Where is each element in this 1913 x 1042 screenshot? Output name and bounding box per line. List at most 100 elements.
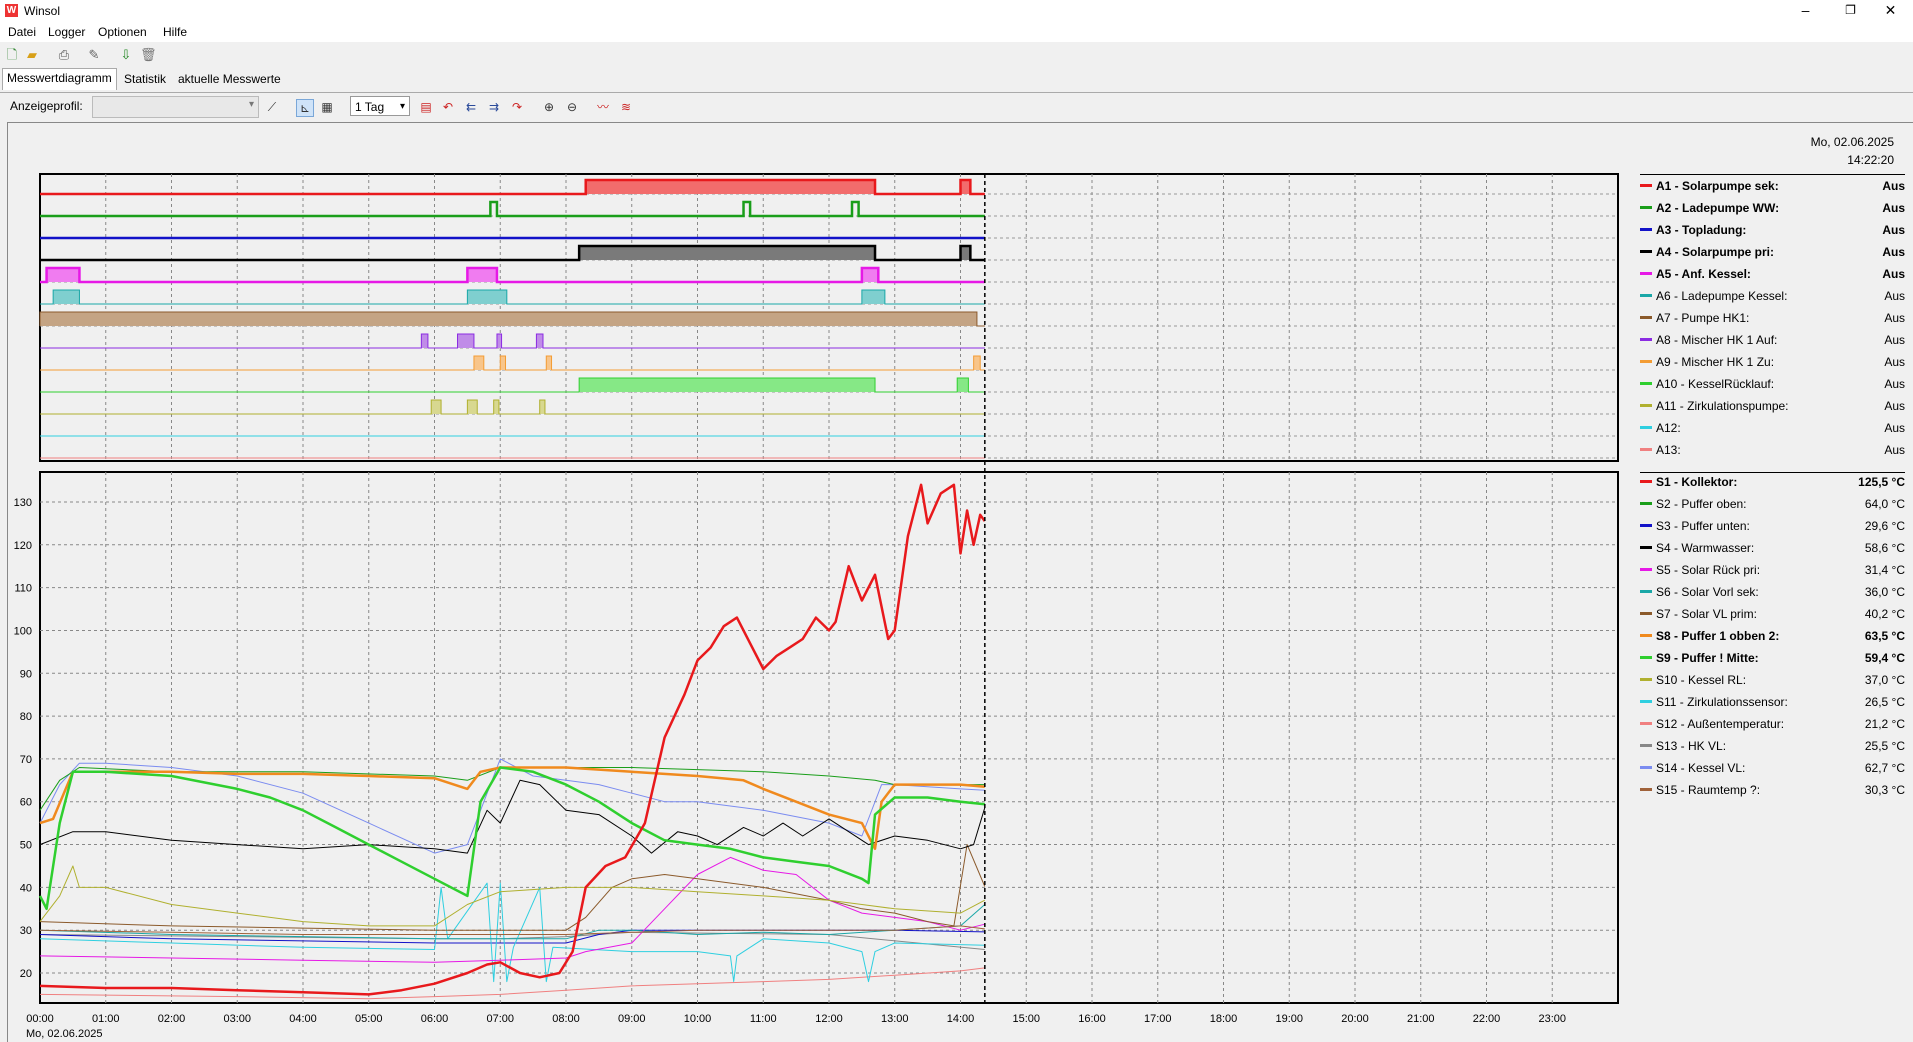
- legend-value: Aus: [1884, 333, 1905, 347]
- trash-icon[interactable]: 🗑: [140, 47, 157, 63]
- legend-swatch: [1640, 524, 1652, 527]
- menu-optionen[interactable]: Optionen: [98, 25, 147, 39]
- legend-label: S14 - Kessel VL:: [1656, 761, 1746, 775]
- output-legend-item[interactable]: A11 - Zirkulationspumpe: Aus: [1640, 397, 1905, 415]
- sensor-legend-item[interactable]: S15 - Raumtemp ?: 30,3 °C: [1640, 781, 1905, 799]
- legend-swatch: [1640, 502, 1652, 505]
- legend-value: Aus: [1884, 443, 1905, 457]
- legend-label: A12:: [1656, 421, 1681, 435]
- back-icon[interactable]: ↶: [440, 99, 456, 115]
- axis-icon[interactable]: ⊾: [296, 99, 314, 117]
- legend-label: S1 - Kollektor:: [1656, 475, 1738, 489]
- minimize-button[interactable]: –: [1783, 0, 1828, 22]
- chevron-down-icon: ▾: [248, 99, 254, 110]
- legend-swatch: [1640, 316, 1652, 319]
- print-icon[interactable]: ⎙: [56, 47, 72, 63]
- profile-label: Anzeigeprofil:: [10, 99, 83, 113]
- legend-value: Aus: [1884, 421, 1905, 435]
- legend-value: 21,2 °C: [1864, 717, 1905, 731]
- zoom-out-icon[interactable]: ⊖: [564, 99, 580, 115]
- output-legend-item[interactable]: A10 - KesselRücklauf: Aus: [1640, 375, 1905, 393]
- header-time: 14:22:20: [1847, 153, 1894, 167]
- new-file-icon[interactable]: 🗋: [4, 47, 20, 63]
- output-legend-item[interactable]: A2 - Ladepumpe WW: Aus: [1640, 199, 1905, 217]
- legend-value: Aus: [1884, 377, 1905, 391]
- sensor-legend-item[interactable]: S2 - Puffer oben: 64,0 °C: [1640, 495, 1905, 513]
- legend-swatch: [1640, 360, 1652, 363]
- chart-type-icon[interactable]: ⟋: [264, 99, 280, 115]
- legend-swatch: [1640, 700, 1652, 703]
- download-icon[interactable]: ⇩: [118, 47, 134, 63]
- legend-swatch: [1640, 744, 1652, 747]
- legend-label: A8 - Mischer HK 1 Auf:: [1656, 333, 1778, 347]
- sensor-legend-item[interactable]: S4 - Warmwasser: 58,6 °C: [1640, 539, 1905, 557]
- menu-datei[interactable]: Datei: [8, 25, 36, 39]
- legend-label: S8 - Puffer 1 obben 2:: [1656, 629, 1780, 643]
- tools-icon[interactable]: ✎: [86, 47, 102, 63]
- header-datetime: Mo, 02.06.2025 14:22:20: [1811, 133, 1894, 169]
- sensor-legend-item[interactable]: S3 - Puffer unten: 29,6 °C: [1640, 517, 1905, 535]
- sensor-legend-item[interactable]: S8 - Puffer 1 obben 2: 63,5 °C: [1640, 627, 1905, 645]
- legend-swatch: [1640, 272, 1652, 275]
- legend-label: A4 - Solarpumpe pri:: [1656, 245, 1775, 259]
- legend-swatch: [1640, 338, 1652, 341]
- zoom-in-icon[interactable]: ⊕: [541, 99, 557, 115]
- sensor-legend-item[interactable]: S5 - Solar Rück pri: 31,4 °C: [1640, 561, 1905, 579]
- time-range-select[interactable]: 1 Tag ▾: [350, 96, 410, 116]
- menu-bar: Datei Logger Optionen Hilfe: [0, 22, 1913, 42]
- back-fast-icon[interactable]: ⇇: [463, 99, 479, 115]
- grid-icon[interactable]: ▦: [319, 99, 335, 115]
- sensor-legend-item[interactable]: S6 - Solar Vorl sek: 36,0 °C: [1640, 583, 1905, 601]
- legend-swatch: [1640, 206, 1652, 209]
- legend-swatch: [1640, 382, 1652, 385]
- output-legend-item[interactable]: A13: Aus: [1640, 441, 1905, 459]
- output-legend-item[interactable]: A3 - Topladung: Aus: [1640, 221, 1905, 239]
- menu-hilfe[interactable]: Hilfe: [163, 25, 187, 39]
- legend-label: S6 - Solar Vorl sek:: [1656, 585, 1759, 599]
- legend-swatch: [1640, 590, 1652, 593]
- sensor-legend-item[interactable]: S9 - Puffer ! Mitte: 59,4 °C: [1640, 649, 1905, 667]
- legend-swatch: [1640, 426, 1652, 429]
- sensor-legend-item[interactable]: S12 - Außentemperatur: 21,2 °C: [1640, 715, 1905, 733]
- legend-swatch: [1640, 250, 1652, 253]
- tab-messwertdiagramm[interactable]: Messwertdiagramm: [2, 68, 117, 90]
- output-legend-item[interactable]: A6 - Ladepumpe Kessel: Aus: [1640, 287, 1905, 305]
- legend-value: Aus: [1882, 179, 1905, 193]
- main-toolbar: 🗋 ▰ ⎙ ✎ ⇩ 🗑: [0, 42, 1913, 68]
- open-folder-icon[interactable]: ▰: [24, 47, 40, 63]
- output-legend-item[interactable]: A12: Aus: [1640, 419, 1905, 437]
- legend-label: A9 - Mischer HK 1 Zu:: [1656, 355, 1775, 369]
- calendar-icon[interactable]: ▤: [418, 99, 434, 115]
- curve-icon[interactable]: 〰: [595, 99, 611, 115]
- forward-fast-icon[interactable]: ⇉: [486, 99, 502, 115]
- output-legend-item[interactable]: A4 - Solarpumpe pri: Aus: [1640, 243, 1905, 261]
- profile-select[interactable]: ▾: [92, 96, 259, 118]
- legend-swatch: [1640, 448, 1652, 451]
- output-legend-item[interactable]: A5 - Anf. Kessel: Aus: [1640, 265, 1905, 283]
- legend-value: 25,5 °C: [1864, 739, 1905, 753]
- legend-label: A5 - Anf. Kessel:: [1656, 267, 1751, 281]
- curve-settings-icon[interactable]: ≋: [618, 99, 634, 115]
- output-legend-item[interactable]: A7 - Pumpe HK1: Aus: [1640, 309, 1905, 327]
- sensor-legend-item[interactable]: S11 - Zirkulationssensor: 26,5 °C: [1640, 693, 1905, 711]
- output-legend-item[interactable]: A1 - Solarpumpe sek: Aus: [1640, 177, 1905, 195]
- legend-label: A13:: [1656, 443, 1681, 457]
- sensor-legend-item[interactable]: S13 - HK VL: 25,5 °C: [1640, 737, 1905, 755]
- menu-logger[interactable]: Logger: [48, 25, 85, 39]
- tab-aktuelle-messwerte[interactable]: aktuelle Messwerte: [174, 70, 285, 88]
- output-legend-item[interactable]: A8 - Mischer HK 1 Auf: Aus: [1640, 331, 1905, 349]
- sensor-legend-item[interactable]: S1 - Kollektor: 125,5 °C: [1640, 473, 1905, 491]
- close-button[interactable]: ✕: [1868, 0, 1913, 22]
- legend-value: Aus: [1884, 355, 1905, 369]
- tab-statistik[interactable]: Statistik: [120, 70, 170, 88]
- sensor-legend-item[interactable]: S7 - Solar VL prim: 40,2 °C: [1640, 605, 1905, 623]
- sensor-legend-item[interactable]: S10 - Kessel RL: 37,0 °C: [1640, 671, 1905, 689]
- forward-icon[interactable]: ↷: [509, 99, 525, 115]
- legend-label: S15 - Raumtemp ?:: [1656, 783, 1761, 797]
- legend-value: Aus: [1882, 223, 1905, 237]
- restore-button[interactable]: ❐: [1828, 0, 1873, 22]
- output-legend-item[interactable]: A9 - Mischer HK 1 Zu: Aus: [1640, 353, 1905, 371]
- diagram-toolbar: Anzeigeprofil: ▾ ⟋ ⊾ ▦ 1 Tag ▾ ▤ ↶ ⇇ ⇉ ↷…: [0, 92, 1913, 121]
- sensor-legend-item[interactable]: S14 - Kessel VL: 62,7 °C: [1640, 759, 1905, 777]
- legend-swatch: [1640, 722, 1652, 725]
